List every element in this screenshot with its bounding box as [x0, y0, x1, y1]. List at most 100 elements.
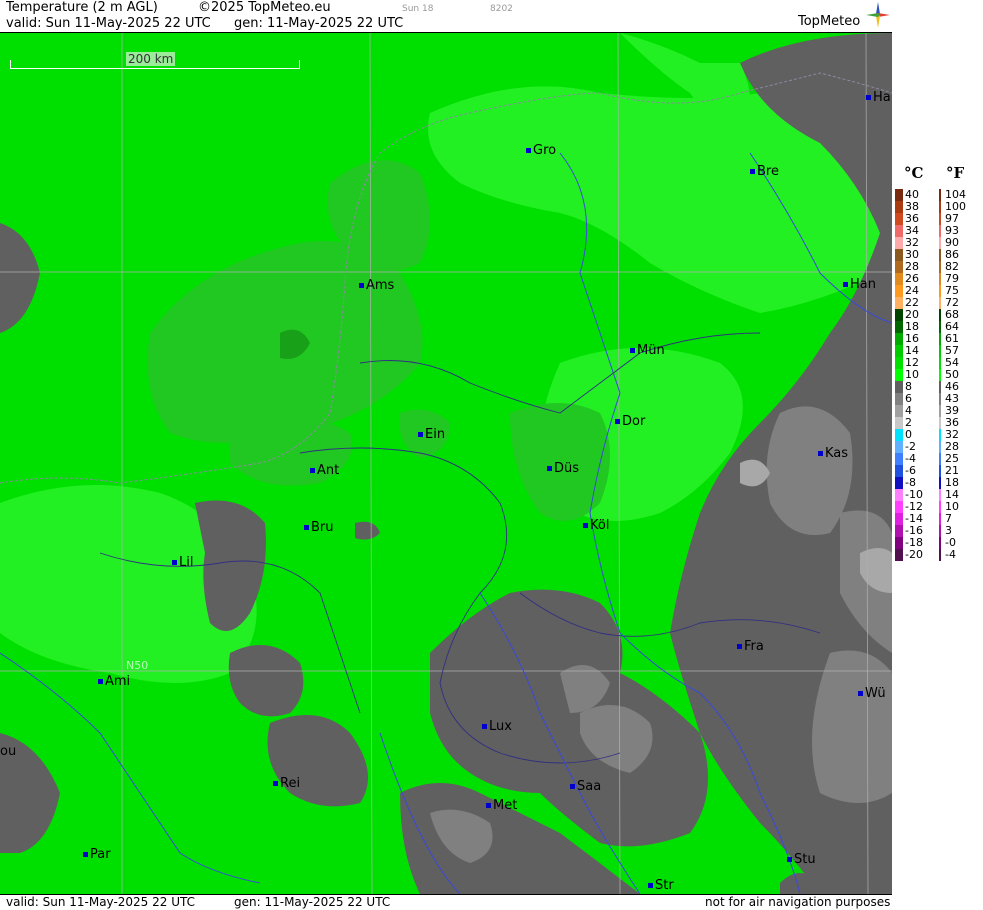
- city-dot-icon: [648, 883, 653, 888]
- fahrenheit-color-swatch: [939, 189, 941, 201]
- city-marker[interactable]: Str: [648, 878, 674, 893]
- city-marker[interactable]: Lil: [172, 555, 193, 570]
- fahrenheit-color-swatch: [939, 285, 941, 297]
- footer-valid-time: valid: Sun 11-May-2025 22 UTC: [6, 895, 195, 909]
- temperature-map[interactable]: 200 km N50 Ha Gro Bre Ams Han Mün Ein Do…: [0, 33, 892, 894]
- city-marker[interactable]: Stu: [787, 852, 816, 867]
- city-marker[interactable]: Met: [486, 798, 517, 813]
- celsius-color-swatch: [895, 465, 903, 477]
- fahrenheit-color-swatch: [939, 321, 941, 333]
- fahrenheit-color-swatch: [939, 237, 941, 249]
- city-dot-icon: [866, 95, 871, 100]
- fahrenheit-color-swatch: [939, 513, 941, 525]
- city-dot-icon: [83, 852, 88, 857]
- celsius-color-swatch: [895, 369, 903, 381]
- celsius-color-swatch: [895, 381, 903, 393]
- fahrenheit-color-swatch: [939, 417, 941, 429]
- city-marker[interactable]: Dor: [615, 414, 645, 429]
- city-marker[interactable]: Kas: [818, 446, 848, 461]
- celsius-color-swatch: [895, 345, 903, 357]
- city-marker[interactable]: Ant: [310, 463, 339, 478]
- fahrenheit-color-swatch: [939, 477, 941, 489]
- header-bar: Temperature (2 m AGL) ©2025 TopMeteo.eu …: [0, 0, 892, 33]
- celsius-color-swatch: [895, 501, 903, 513]
- celsius-color-swatch: [895, 201, 903, 213]
- run-info: Sun 18: [402, 4, 434, 14]
- city-dot-icon: [482, 724, 487, 729]
- city-dot-icon: [547, 466, 552, 471]
- celsius-color-swatch: [895, 261, 903, 273]
- city-marker[interactable]: Saa: [570, 779, 601, 794]
- city-marker[interactable]: Düs: [547, 461, 579, 476]
- city-dot-icon: [750, 169, 755, 174]
- city-marker[interactable]: Bru: [304, 520, 334, 535]
- celsius-color-swatch: [895, 441, 903, 453]
- city-dot-icon: [418, 432, 423, 437]
- celsius-color-swatch: [895, 297, 903, 309]
- city-marker[interactable]: Wü: [858, 686, 886, 701]
- fahrenheit-color-swatch: [939, 345, 941, 357]
- city-dot-icon: [526, 148, 531, 153]
- city-marker[interactable]: Ha: [866, 90, 891, 105]
- city-dot-icon: [172, 560, 177, 565]
- fahrenheit-color-swatch: [939, 261, 941, 273]
- city-marker[interactable]: Bre: [750, 164, 779, 179]
- city-dot-icon: [359, 283, 364, 288]
- celsius-color-swatch: [895, 489, 903, 501]
- celsius-color-swatch: [895, 417, 903, 429]
- fahrenheit-color-swatch: [939, 393, 941, 405]
- city-dot-icon: [615, 419, 620, 424]
- celsius-color-swatch: [895, 453, 903, 465]
- celsius-color-swatch: [895, 213, 903, 225]
- fahrenheit-color-swatch: [939, 213, 941, 225]
- city-marker[interactable]: Ami: [98, 674, 130, 689]
- celsius-color-swatch: [895, 285, 903, 297]
- city-marker[interactable]: Gro: [526, 143, 556, 158]
- fahrenheit-unit-label: °F: [946, 164, 965, 182]
- city-marker[interactable]: Ein: [418, 427, 445, 442]
- fahrenheit-color-swatch: [939, 249, 941, 261]
- fahrenheit-color-swatch: [939, 201, 941, 213]
- city-dot-icon: [630, 348, 635, 353]
- fahrenheit-color-swatch: [939, 453, 941, 465]
- city-marker[interactable]: Lux: [482, 719, 512, 734]
- city-dot-icon: [273, 781, 278, 786]
- celsius-color-swatch: [895, 513, 903, 525]
- city-marker[interactable]: Mün: [630, 343, 665, 358]
- compass-logo-icon: [866, 2, 890, 28]
- city-marker[interactable]: Fra: [737, 639, 764, 654]
- celsius-tick-label: -20: [905, 548, 923, 561]
- celsius-color-swatch: [895, 189, 903, 201]
- city-marker[interactable]: Rei: [273, 776, 300, 791]
- scale-label: 200 km: [126, 52, 176, 66]
- fahrenheit-color-swatch: [939, 369, 941, 381]
- topmeteo-logo-text[interactable]: TopMeteo: [798, 14, 860, 29]
- fahrenheit-color-swatch: [939, 537, 941, 549]
- fahrenheit-color-swatch: [939, 525, 941, 537]
- footer-bar: valid: Sun 11-May-2025 22 UTC gen: 11-Ma…: [0, 894, 892, 910]
- fahrenheit-color-swatch: [939, 489, 941, 501]
- city-marker[interactable]: Par: [83, 847, 111, 862]
- city-dot-icon: [843, 282, 848, 287]
- map-surface: [0, 33, 892, 894]
- valid-time: valid: Sun 11-May-2025 22 UTC: [6, 16, 211, 31]
- celsius-color-swatch: [895, 537, 903, 549]
- gen-time: gen: 11-May-2025 22 UTC: [234, 16, 404, 31]
- footer-gen-time: gen: 11-May-2025 22 UTC: [234, 895, 391, 909]
- city-marker[interactable]: Köl: [583, 518, 609, 533]
- city-dot-icon: [858, 691, 863, 696]
- city-label-edge[interactable]: ou: [0, 744, 16, 759]
- celsius-color-swatch: [895, 429, 903, 441]
- celsius-color-swatch: [895, 333, 903, 345]
- celsius-color-swatch: [895, 357, 903, 369]
- city-marker[interactable]: Ams: [359, 278, 394, 293]
- fahrenheit-color-swatch: [939, 357, 941, 369]
- city-marker[interactable]: Han: [843, 277, 876, 292]
- fahrenheit-color-swatch: [939, 225, 941, 237]
- city-dot-icon: [310, 468, 315, 473]
- fahrenheit-color-swatch: [939, 549, 941, 561]
- city-dot-icon: [737, 644, 742, 649]
- navigation-notice: not for air navigation purposes: [705, 895, 891, 909]
- fahrenheit-tick-label: -4: [945, 548, 956, 561]
- city-dot-icon: [304, 525, 309, 530]
